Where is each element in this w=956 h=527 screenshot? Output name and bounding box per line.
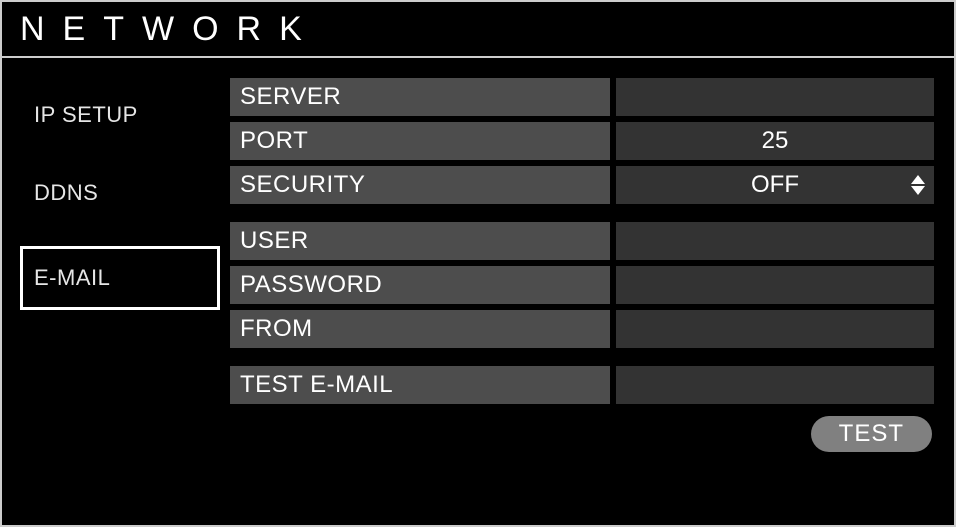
sidebar-item-email[interactable]: E-MAIL bbox=[20, 246, 220, 310]
label-password: PASSWORD bbox=[230, 266, 610, 304]
row-from: FROM bbox=[230, 310, 934, 348]
input-from[interactable] bbox=[616, 310, 934, 348]
chevron-down-icon bbox=[911, 186, 925, 195]
titlebar: NETWORK bbox=[2, 2, 954, 58]
group-auth: USER PASSWORD FROM bbox=[230, 222, 934, 348]
row-password: PASSWORD bbox=[230, 266, 934, 304]
label-from: FROM bbox=[230, 310, 610, 348]
window-body: IP SETUP DDNS E-MAIL SERVER PORT 25 bbox=[2, 58, 954, 525]
value-security: OFF bbox=[751, 171, 799, 199]
label-server: SERVER bbox=[230, 78, 610, 116]
input-port[interactable]: 25 bbox=[616, 122, 934, 160]
group-server: SERVER PORT 25 SECURITY OFF bbox=[230, 78, 934, 204]
label-user: USER bbox=[230, 222, 610, 260]
input-test-email[interactable] bbox=[616, 366, 934, 404]
row-security: SECURITY OFF bbox=[230, 166, 934, 204]
sidebar-item-ip-setup[interactable]: IP SETUP bbox=[20, 84, 220, 146]
content-pane: SERVER PORT 25 SECURITY OFF bbox=[220, 76, 934, 509]
group-test: TEST E-MAIL bbox=[230, 366, 934, 404]
label-port: PORT bbox=[230, 122, 610, 160]
network-settings-window: NETWORK IP SETUP DDNS E-MAIL SERVER bbox=[0, 0, 956, 527]
footer: TEST bbox=[230, 404, 934, 452]
spinner-security[interactable] bbox=[908, 168, 928, 202]
value-port: 25 bbox=[762, 127, 789, 155]
test-button[interactable]: TEST bbox=[811, 416, 932, 452]
row-server: SERVER bbox=[230, 78, 934, 116]
sidebar: IP SETUP DDNS E-MAIL bbox=[20, 76, 220, 509]
sidebar-item-label: E-MAIL bbox=[34, 265, 110, 290]
input-password[interactable] bbox=[616, 266, 934, 304]
window-title: NETWORK bbox=[20, 10, 320, 49]
sidebar-item-ddns[interactable]: DDNS bbox=[20, 162, 220, 224]
label-test-email: TEST E-MAIL bbox=[230, 366, 610, 404]
row-port: PORT 25 bbox=[230, 122, 934, 160]
label-security: SECURITY bbox=[230, 166, 610, 204]
row-user: USER bbox=[230, 222, 934, 260]
input-user[interactable] bbox=[616, 222, 934, 260]
sidebar-item-label: DDNS bbox=[34, 180, 98, 205]
chevron-up-icon bbox=[911, 175, 925, 184]
select-security[interactable]: OFF bbox=[616, 166, 934, 204]
row-test-email: TEST E-MAIL bbox=[230, 366, 934, 404]
input-server[interactable] bbox=[616, 78, 934, 116]
sidebar-item-label: IP SETUP bbox=[34, 102, 138, 127]
